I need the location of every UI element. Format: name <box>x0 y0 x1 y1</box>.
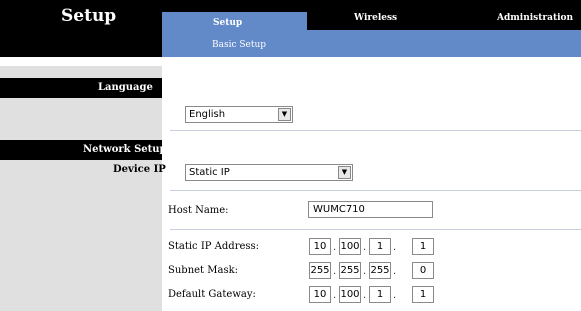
sidebar <box>0 66 162 311</box>
page-title: Setup <box>61 6 117 26</box>
static-ip-octet-3[interactable]: 1 <box>369 238 391 255</box>
gateway-octet-1[interactable]: 10 <box>309 286 331 303</box>
gateway-octet-3[interactable]: 1 <box>369 286 391 303</box>
chevron-down-icon[interactable]: ▼ <box>338 166 351 179</box>
chevron-down-icon[interactable]: ▼ <box>278 108 291 121</box>
static-ip-label: Static IP Address: <box>168 241 260 252</box>
subtab-basic-setup[interactable]: Basic Setup <box>212 40 266 50</box>
host-name-input[interactable]: WUMC710 <box>308 201 433 218</box>
network-section-label: Network Setup <box>83 144 167 155</box>
subnet-octet-1[interactable]: 255 <box>309 262 331 279</box>
tab-setup[interactable]: Setup <box>213 18 242 28</box>
ip-separator: . <box>333 266 337 277</box>
tab-wireless[interactable]: Wireless <box>354 13 397 23</box>
ip-separator: . <box>393 290 397 301</box>
gateway-octet-4[interactable]: 1 <box>412 286 434 303</box>
ip-separator: . <box>363 290 367 301</box>
static-ip-octet-2[interactable]: 100 <box>339 238 361 255</box>
ip-separator: . <box>363 242 367 253</box>
ip-separator: . <box>393 266 397 277</box>
ip-separator: . <box>333 290 337 301</box>
language-select-value: English <box>189 109 226 120</box>
device-ip-label: Device IP <box>113 164 166 175</box>
divider <box>170 130 581 131</box>
static-ip-octet-1[interactable]: 10 <box>309 238 331 255</box>
language-section-label: Language <box>98 82 153 93</box>
gateway-octet-2[interactable]: 100 <box>339 286 361 303</box>
tab-administration[interactable]: Administration <box>497 13 573 23</box>
subnet-octet-3[interactable]: 255 <box>369 262 391 279</box>
ip-separator: . <box>393 242 397 253</box>
divider <box>170 190 581 191</box>
subnet-octet-2[interactable]: 255 <box>339 262 361 279</box>
subnet-mask-label: Subnet Mask: <box>168 265 239 276</box>
default-gateway-label: Default Gateway: <box>168 289 256 300</box>
network-mode-select-value: Static IP <box>189 167 230 178</box>
network-mode-select[interactable]: Static IP ▼ <box>185 164 353 181</box>
ip-separator: . <box>363 266 367 277</box>
divider <box>170 229 581 230</box>
static-ip-octet-4[interactable]: 1 <box>412 238 434 255</box>
tab-bar-lower-strip <box>307 30 581 57</box>
language-select[interactable]: English ▼ <box>185 106 293 123</box>
ip-separator: . <box>333 242 337 253</box>
host-name-label: Host Name: <box>168 205 229 216</box>
subnet-octet-4[interactable]: 0 <box>412 262 434 279</box>
